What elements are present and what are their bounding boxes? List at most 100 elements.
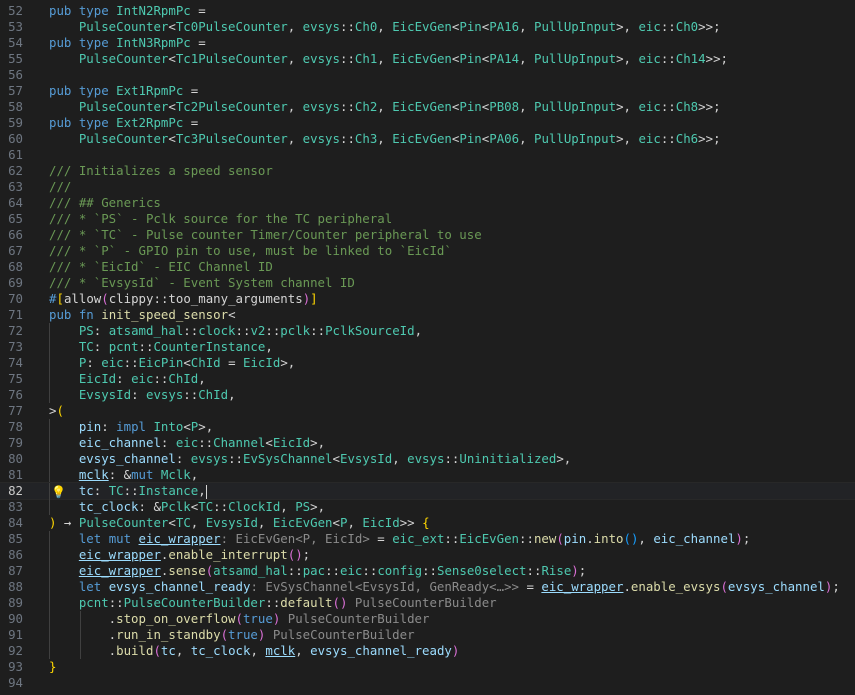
code-token: Ch8 [675,99,699,114]
code-token: PullUpInput [534,131,617,146]
code-line[interactable]: 78 pin: impl Into<P>, [0,419,855,435]
code-token: EicPin [138,355,184,370]
code-token: :: [265,595,281,610]
code-token: EicId [362,515,400,530]
code-line[interactable]: 88 let evsys_channel_ready: EvSysChannel… [0,579,855,595]
code-line[interactable]: 79 eic_channel: eic::Channel<EicId>, [0,435,855,451]
code-line[interactable]: 64 /// ## Generics [0,195,855,211]
code-line[interactable]: 75 EicId: eic::ChId, [0,371,855,387]
code-line[interactable]: 77 >( [0,403,855,419]
code-line[interactable]: 87 eic_wrapper.sense(atsamd_hal::pac::ei… [0,563,855,579]
code-text: /// * `EvsysId` - Event System channel I… [49,275,355,291]
code-line[interactable]: 54 pub type IntN3RpmPc = [0,35,855,51]
code-token: :: [444,531,460,546]
code-token: mclk [78,467,109,482]
code-line[interactable]: 67 /// * `P` - GPIO pin to use, must be l… [0,243,855,259]
code-token: Pclk [160,499,191,514]
code-text: eic_channel: eic::Channel<EicId>, [49,435,325,451]
code-line[interactable]: 60 PulseCounter<Tc3PulseCounter, evsys::… [0,131,855,147]
code-line[interactable]: 52 pub type IntN2RpmPc = [0,3,855,19]
code-line[interactable]: 62 /// Initializes a speed sensor [0,163,855,179]
inlay-hint: PulseCounterBuilder [280,611,430,626]
code-line[interactable]: 94 [0,675,855,691]
code-line[interactable]: 58 PulseCounter<Tc2PulseCounter, evsys::… [0,99,855,115]
code-line[interactable]: 56 [0,67,855,83]
code-line[interactable]: 90 .stop_on_overflow(true) PulseCounterB… [0,611,855,627]
code-line[interactable]: 71 pub fn init_speed_sensor< [0,307,855,323]
code-line[interactable]: 84) → PulseCounter<TC, EvsysId, EicEvGen… [0,515,855,531]
code-token: ) [571,563,579,578]
code-line[interactable]: 72 PS: atsamd_hal::clock::v2::pclk::Pclk… [0,323,855,339]
code-token: Ch3 [354,131,378,146]
code-token: ( [101,291,109,306]
code-text: /// Initializes a speed sensor [49,163,273,179]
code-line[interactable]: 59 pub type Ext2RpmPc = [0,115,855,131]
code-line[interactable]: 66 /// * `TC` - Pulse counter Timer/Count… [0,227,855,243]
code-text: pub type IntN2RpmPc = [49,3,206,19]
code-line[interactable]: 63 /// [0,179,855,195]
code-line[interactable]: 69 /// * `EvsysId` - Event System channel… [0,275,855,291]
code-token: :: [265,323,281,338]
code-line[interactable]: 57 pub type Ext1RpmPc = [0,83,855,99]
code-token: type [78,35,117,50]
code-line[interactable]: 93} [0,659,855,675]
code-line[interactable]: 61 [0,147,855,163]
code-editor[interactable]: 52 pub type IntN2RpmPc = 53 PulseCounter<T… [0,0,855,695]
code-token: /// [49,179,72,194]
code-token: Instance [138,483,199,498]
code-token: : [86,355,102,370]
code-line[interactable]: 86 eic_wrapper.enable_interrupt(); [0,547,855,563]
line-number: 92 [8,643,23,658]
code-token: < [332,515,340,530]
code-line[interactable]: 81 mclk: &mut Mclk, [0,467,855,483]
code-token: = [190,3,206,18]
code-line[interactable]: 53 PulseCounter<Tc0PulseCounter, evsys::… [0,19,855,35]
line-number: 89 [8,595,23,610]
code-token: into [593,531,624,546]
code-token: eic [101,355,124,370]
code-line[interactable]: 73 TC: pcnt::CounterInstance, [0,339,855,355]
line-number: 88 [8,579,23,594]
code-token: = [220,355,244,370]
code-line[interactable]: 85 let mut eic_wrapper: EicEvGen<P, EicI… [0,531,855,547]
code-token: /// * `TC` - Pulse counter Timer/Counter… [49,227,482,242]
code-line[interactable]: 82 💡 tc: TC::Instance, [0,482,855,500]
code-token: ; [302,547,311,562]
code-line[interactable]: 92 .build(tc, tc_clock, mclk, evsys_chan… [0,643,855,659]
code-text: EvsysId: evsys::ChId, [49,387,236,403]
code-token: ChId [198,387,229,402]
code-token: < [168,51,176,66]
code-line[interactable]: 91 .run_in_standby(true) PulseCounterBui… [0,627,855,643]
code-text: pub type Ext2RpmPc = [49,115,198,131]
line-number: 62 [8,163,23,178]
code-line[interactable]: 55 PulseCounter<Tc1PulseCounter, evsys::… [0,51,855,67]
code-token: Ch1 [354,51,378,66]
code-line[interactable]: 68 /// * `EicId` - EIC Channel ID [0,259,855,275]
code-token: let [78,579,109,594]
code-line[interactable]: 70 #[allow(clippy::too_many_arguments)] [0,291,855,307]
line-number: 63 [8,179,23,194]
code-token: PclkSourceId [325,323,415,338]
code-line[interactable]: 74 P: eic::EicPin<ChId = EicId>, [0,355,855,371]
code-token: & [153,499,161,514]
code-token: type [78,3,117,18]
code-text: EicId: eic::ChId, [49,371,206,387]
code-token: Pin [459,131,482,146]
code-line[interactable]: 65 /// * `PS` - Pclk source for the TC pe… [0,211,855,227]
code-token: ( [235,611,243,626]
code-token: tc_clock [190,643,251,658]
line-number: 58 [8,99,23,114]
code-token: EicId [272,435,311,450]
code-line[interactable]: 89 pcnt::PulseCounterBuilder::default() … [0,595,855,611]
code-text: eic_wrapper.sense(atsamd_hal::pac::eic::… [49,563,586,579]
code-line[interactable]: 76 EvsysId: evsys::ChId, [0,387,855,403]
code-line[interactable]: 80 evsys_channel: evsys::EvSysChannel<Ev… [0,451,855,467]
code-token: < [168,131,176,146]
code-line[interactable]: 83 tc_clock: &Pclk<TC::ClockId, PS>, [0,499,855,515]
code-token: PullUpInput [534,99,617,114]
code-token: >, [280,355,296,370]
code-token: ChId [190,355,221,370]
